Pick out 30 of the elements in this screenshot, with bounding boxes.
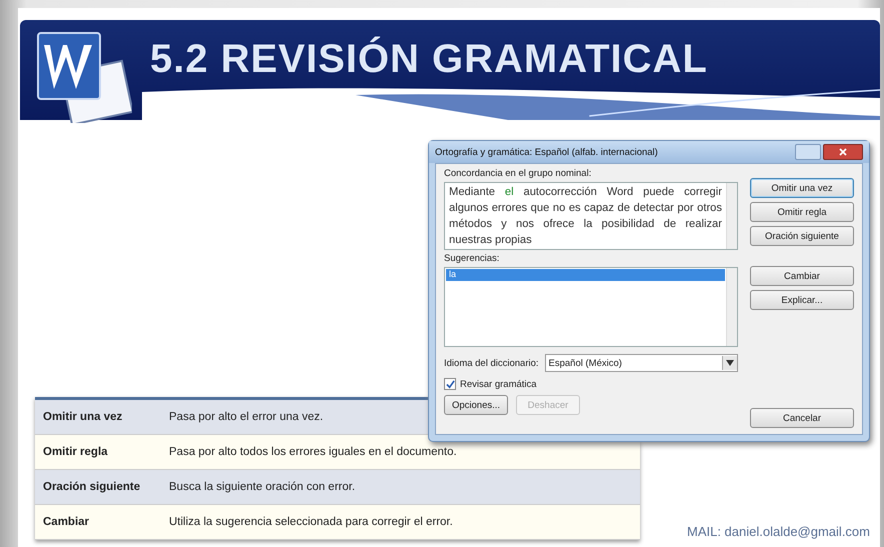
dialog-button[interactable]: Opciones... [444, 395, 508, 415]
table-cell-text: Cambiar [42, 516, 90, 528]
error-type-label: Concordancia en el grupo nominal: [444, 168, 592, 179]
table-cell-text: Pasa por alto todos los errores iguales en el documento. [168, 446, 457, 458]
dialog-button[interactable]: Cambiar [750, 266, 854, 286]
table-cell-text: Busca la siguiente oración con error. [168, 481, 356, 493]
checkbox-label: Revisar gramática [460, 378, 537, 390]
table-cell-text: Omitir regla [42, 446, 109, 458]
table-cell-text: Pasa por alto el error una vez. [168, 411, 324, 423]
email-text: MAIL: daniel.olalde@gmail.com [686, 524, 870, 539]
language-dropdown[interactable]: Español (México) [544, 354, 738, 372]
suggestion-item[interactable]: la [446, 269, 725, 281]
suggestions-label: Sugerencias: [444, 253, 500, 264]
table-cell-text: Oración siguiente [42, 481, 142, 493]
close-icon[interactable] [823, 144, 863, 160]
caret-icon [726, 360, 734, 366]
sentence-field[interactable]: Mediante el autocorrección Word puede corregir algunos errores que no es capaz de detectar por otros métodos y nos ofrece la posibilidad de realizar nuestras propias [444, 182, 738, 250]
dialog-button[interactable]: Oración siguiente [750, 226, 854, 246]
dialog-button[interactable]: Omitir una vez [750, 178, 854, 198]
table-cell-text: Utiliza la sugerencia seleccionada para corregir el error. [168, 516, 453, 528]
slide-title: 5.2 REVISIÓN GRAMATICAL [150, 36, 708, 82]
cancel-button[interactable]: Cancelar [750, 408, 854, 428]
scrollbar[interactable] [726, 268, 737, 346]
scrollbar[interactable] [726, 183, 737, 249]
table-cell-text: Omitir una vez [42, 411, 124, 423]
dialog-button[interactable]: Explicar... [750, 290, 854, 310]
dialog-title: Ortografía y gramática: Español (alfab. internacional) [435, 146, 658, 158]
grammar-checkbox[interactable] [444, 378, 456, 390]
language-label: Idioma del diccionario: [444, 358, 539, 368]
dialog-button[interactable]: Omitir regla [750, 202, 854, 222]
